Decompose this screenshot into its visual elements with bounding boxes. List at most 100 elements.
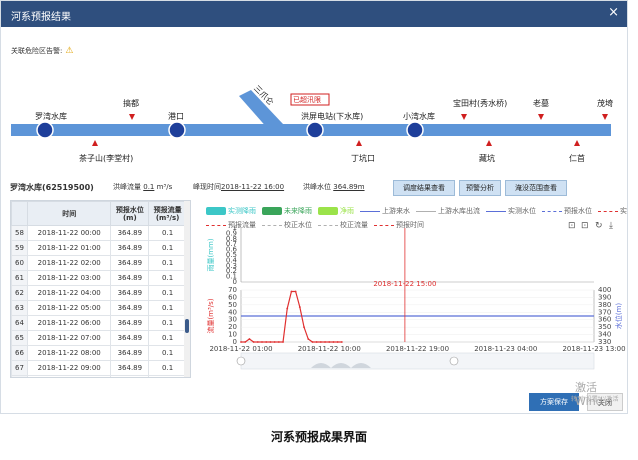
peak-flow-value: 0.1 — [143, 183, 155, 191]
slider-shadow — [311, 363, 371, 368]
close-icon[interactable]: × — [608, 5, 619, 20]
flow-axis-label: 流量(m³/s) — [206, 298, 215, 333]
peak-time: 峰现时间2018-11-22 16:00 — [193, 182, 284, 192]
table-cell: 364.89 — [110, 300, 150, 316]
peak-time-label: 峰现时间 — [193, 183, 221, 191]
station-marker-top — [461, 114, 467, 120]
table-cell: 63 — [11, 300, 28, 316]
flow-tick-label: 40 — [228, 308, 237, 316]
legend-item[interactable]: 净雨 — [318, 207, 354, 215]
legend-swatch — [262, 207, 282, 215]
legend-item[interactable]: 上游水库出流 — [416, 207, 480, 215]
table-cell: 0.1 — [148, 360, 187, 376]
x-tick-label: 2018-11-22 19:00 — [386, 345, 449, 353]
table-row[interactable]: 67 2018-11-22 09:00 364.89 0.1 — [11, 360, 187, 376]
table-cell: 2018-11-22 01:00 — [26, 240, 112, 256]
table-cell: 2018-11-22 03:00 — [26, 270, 112, 286]
table-row[interactable]: 63 2018-11-22 05:00 364.89 0.1 — [11, 300, 187, 316]
table-cell: 2018-11-22 08:00 — [26, 345, 112, 361]
legend-swatch — [598, 210, 618, 212]
level-axis-label: 水位(m) — [614, 303, 623, 330]
station-label[interactable]: 罗湾水库 — [35, 111, 67, 122]
peak-level: 洪峰水位 364.89m — [303, 182, 365, 192]
station-marker-top — [602, 114, 608, 120]
legend-swatch — [206, 207, 226, 215]
dispatch-result-button[interactable]: 调度结果查看 — [393, 180, 455, 196]
table-row[interactable]: 60 2018-11-22 02:00 364.89 0.1 — [11, 255, 187, 271]
station-label[interactable]: 茶子山(李堂村) — [79, 153, 133, 164]
station-label[interactable]: 丁坑口 — [351, 153, 375, 164]
legend-item[interactable]: 未来降雨 — [262, 207, 312, 215]
table-cell: 0.1 — [148, 255, 187, 271]
table-row[interactable]: 61 2018-11-22 03:00 364.89 0.1 — [11, 270, 187, 286]
table-row[interactable]: 65 2018-11-22 07:00 364.89 0.1 — [11, 330, 187, 346]
chart-legend-row1: 实测降雨 未来降雨 净雨 上游来水 上游水库出流 实测水位 预报水位 实测流量 — [206, 206, 627, 216]
slider-handle-left — [236, 356, 246, 366]
table-cell: 364.89 — [110, 315, 150, 331]
table-scrollbar[interactable] — [184, 201, 190, 377]
flow-tick-label: 50 — [228, 301, 237, 309]
legend-swatch — [360, 210, 380, 212]
station-label[interactable]: 小湾水库 — [403, 111, 435, 122]
flow-point — [240, 341, 242, 343]
flow-point — [265, 341, 268, 343]
peak-level-value: 364.89m — [333, 183, 365, 191]
station-label[interactable]: 仁首 — [569, 153, 585, 164]
station-label[interactable]: 搞都 — [123, 98, 139, 109]
alert-label[interactable]: 已超汛限 — [293, 95, 321, 105]
flow-tick-label: 20 — [228, 323, 237, 331]
table-row[interactable]: 682018-11-22 10:00364.890.1 — [11, 375, 187, 377]
flow-point — [298, 306, 301, 308]
flow-point — [332, 341, 335, 343]
flow-point — [315, 341, 318, 343]
forecast-table[interactable]: 时间 预报水位 (m) 预报流量 (m³/s) 58 2018-11-22 00:… — [10, 200, 191, 378]
legend-item[interactable]: 实测降雨 — [206, 207, 256, 215]
table-row[interactable]: 59 2018-11-22 01:00 364.89 0.1 — [11, 240, 187, 256]
rain-axis-label: 雨量(mm) — [207, 238, 215, 271]
station-marker-top — [129, 114, 135, 120]
legend-item[interactable]: 上游来水 — [360, 207, 410, 215]
table-row[interactable]: 62 2018-11-22 04:00 364.89 0.1 — [11, 285, 187, 301]
station-label[interactable]: 茂埼 — [597, 98, 613, 109]
station-label[interactable]: 洪屏电站(下水库) — [301, 111, 363, 122]
legend-label: 实测水位 — [508, 207, 536, 215]
level-tick-label: 390 — [598, 293, 611, 301]
x-tick-label: 2018-11-22 01:00 — [209, 345, 272, 353]
x-tick-label: 2018-11-22 10:00 — [298, 345, 361, 353]
table-row[interactable]: 58 2018-11-22 00:00 364.89 0.1 — [11, 225, 187, 241]
station-label[interactable]: 宝田村(秀水桥) — [453, 98, 507, 109]
table-cell: 2018-11-22 02:00 — [26, 255, 112, 271]
table-row[interactable]: 66 2018-11-22 08:00 364.89 0.1 — [11, 345, 187, 361]
col-header: 时间 — [26, 201, 112, 226]
table-cell: 0.1 — [148, 345, 187, 361]
forecast-time-label: 2018-11-22 15:00 — [373, 280, 436, 288]
level-tick-label: 360 — [598, 316, 611, 324]
warning-analysis-button[interactable]: 预警分析 — [459, 180, 501, 196]
x-tick-label: 2018-11-23 04:00 — [474, 345, 537, 353]
flow-point — [277, 341, 280, 343]
window-title: 河系预报结果 — [11, 12, 71, 23]
inundation-button[interactable]: 淹没范围查看 — [505, 180, 567, 196]
peak-flow-unit: m³/s — [156, 183, 173, 191]
watermark-sub: 转到"设置"以激活 — [571, 396, 619, 403]
hydrograph-chart[interactable]: 00.10.20.30.40.50.60.70.80.91雨量(mm)01020… — [199, 226, 628, 376]
legend-item[interactable]: 实测水位 — [486, 207, 536, 215]
col-header: 预报流量 (m³/s) — [148, 201, 187, 226]
peak-level-label: 洪峰水位 — [303, 183, 331, 191]
station-label[interactable]: 藏坑 — [479, 153, 495, 164]
flow-point — [273, 341, 276, 343]
table-cell: 364.89 — [110, 225, 150, 241]
table-cell: 2018-11-22 07:00 — [26, 330, 112, 346]
level-tick-label: 350 — [598, 323, 611, 331]
legend-item[interactable]: 预报水位 — [542, 207, 592, 215]
scroll-thumb[interactable] — [185, 319, 189, 333]
legend-item[interactable]: 实测流量 — [598, 207, 627, 215]
legend-label: 实测流量 — [620, 207, 627, 215]
station-label[interactable]: 港口 — [168, 111, 184, 122]
flow-tick-label: 60 — [228, 293, 237, 301]
table-row[interactable]: 64 2018-11-22 06:00 364.89 0.1 — [11, 315, 187, 331]
table-cell: 364.89 — [110, 375, 150, 377]
level-tick-label: 400 — [598, 286, 611, 294]
station-label[interactable]: 老墓 — [533, 98, 549, 109]
flow-point — [307, 338, 310, 340]
